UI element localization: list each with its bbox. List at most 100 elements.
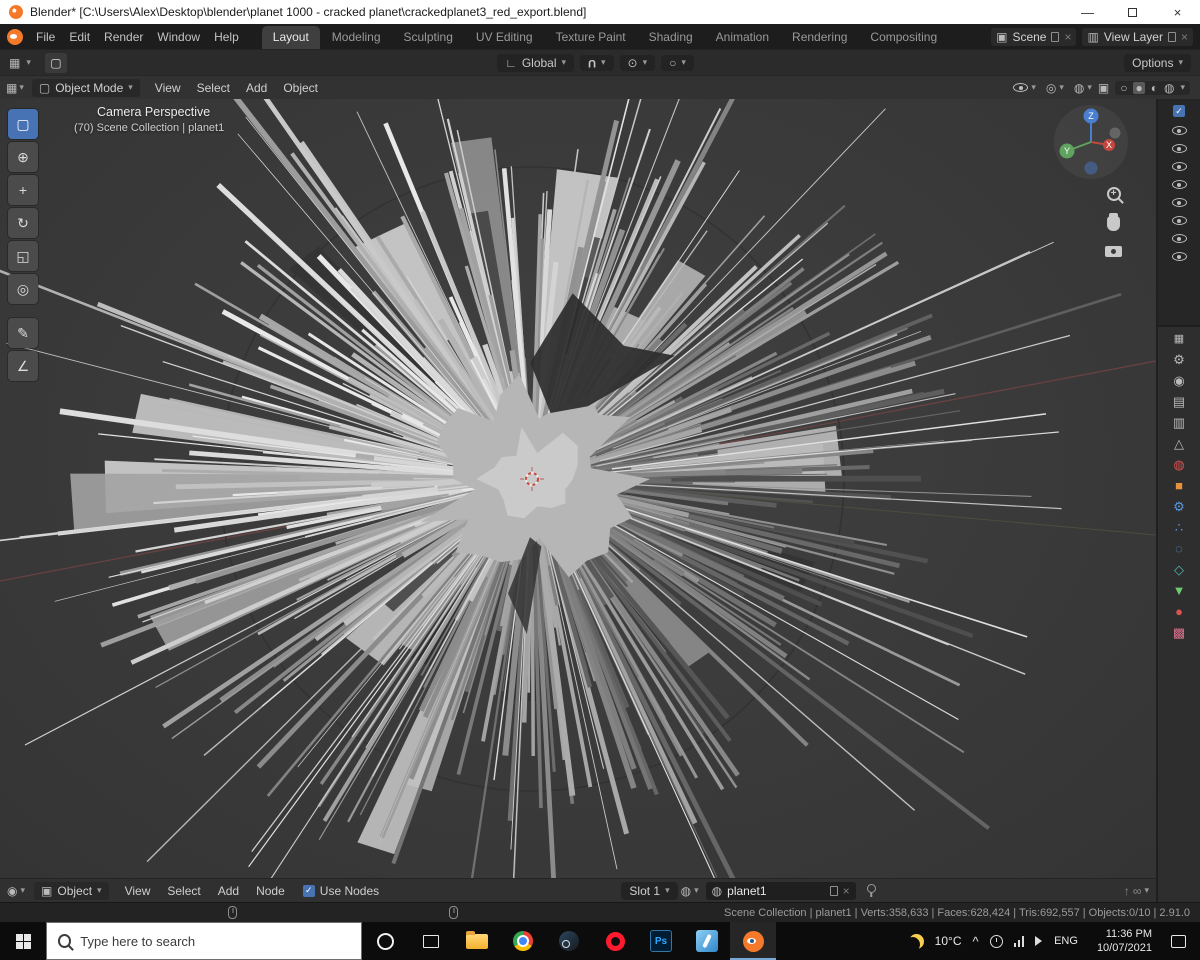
visibility-eye-icon[interactable] <box>1171 162 1187 171</box>
scene-selector[interactable]: ▣ Scene × <box>991 27 1077 46</box>
snap-toggle-dropdown[interactable]: U ▾ <box>580 54 614 71</box>
menu-view[interactable]: View <box>118 882 158 900</box>
visibility-eye-icon[interactable] <box>1171 216 1187 225</box>
menu-select[interactable]: Select <box>160 882 207 900</box>
tab-texture-paint[interactable]: Texture Paint <box>545 26 637 49</box>
shading-material-icon[interactable]: ◐ <box>1151 82 1158 94</box>
view-layer-selector[interactable]: ▥ View Layer × <box>1082 27 1193 46</box>
tray-expand-icon[interactable]: ^ <box>972 934 978 949</box>
tab-render[interactable]: ◉ <box>1173 374 1184 387</box>
gizmos-dropdown[interactable]: ◎ ▾ <box>1046 82 1064 94</box>
delete-scene-icon[interactable]: × <box>1064 30 1071 44</box>
app-button[interactable] <box>684 922 730 960</box>
tab-constraints[interactable]: ◇ <box>1174 563 1184 576</box>
tab-sculpting[interactable]: Sculpting <box>393 26 464 49</box>
properties-editor-type-icon[interactable]: ▦ <box>1174 334 1184 345</box>
gizmo-y-axis[interactable]: Y <box>1064 146 1070 156</box>
clock-tray-icon[interactable] <box>989 934 1003 948</box>
tab-uv-editing[interactable]: UV Editing <box>465 26 544 49</box>
tab-particles[interactable]: ∴ <box>1175 521 1183 534</box>
node-editor-type-icon[interactable]: ◉ <box>7 885 17 897</box>
new-material-icon[interactable] <box>829 885 838 896</box>
visibility-eye-icon[interactable] <box>1171 126 1187 135</box>
chrome-button[interactable] <box>500 922 546 960</box>
maximize-button[interactable] <box>1110 0 1155 24</box>
menu-node[interactable]: Node <box>249 882 292 900</box>
tab-animation[interactable]: Animation <box>705 26 780 49</box>
language-indicator[interactable]: ENG <box>1054 935 1078 947</box>
shader-type-dropdown[interactable]: ▣ Object ▾ <box>34 881 109 900</box>
tool-annotate[interactable]: ✎ <box>8 318 38 348</box>
mode-dropdown[interactable]: ▢ Object Mode ▾ <box>31 78 140 97</box>
navigation-gizmo[interactable]: Z Y X <box>1052 103 1130 181</box>
cortana-button[interactable] <box>362 922 408 960</box>
overlays-dropdown[interactable]: ◍ ▾ <box>1074 82 1092 94</box>
proportional-editing-dropdown[interactable]: ○ ▾ <box>661 54 694 71</box>
visibility-eye-icon[interactable] <box>1171 198 1187 207</box>
camera-view-icon[interactable] <box>1105 246 1122 257</box>
blender-taskbar-button[interactable] <box>730 922 776 960</box>
pan-hand-icon[interactable] <box>1107 213 1120 231</box>
menu-object[interactable]: Object <box>276 79 325 97</box>
snap-target-dropdown[interactable]: ⊙ ▾ <box>619 54 656 71</box>
tool-move[interactable]: + <box>8 175 38 205</box>
material-name-field[interactable]: ◍ planet1 × <box>705 881 856 900</box>
shading-solid-icon[interactable]: ● <box>1133 81 1145 94</box>
tool-measure[interactable]: ∠ <box>8 351 38 381</box>
new-scene-icon[interactable] <box>1051 31 1060 42</box>
menu-edit[interactable]: Edit <box>62 28 97 46</box>
tool-select-box[interactable]: ▢ <box>8 109 38 139</box>
steam-button[interactable] <box>546 922 592 960</box>
options-dropdown[interactable]: Options ▾ <box>1124 53 1191 72</box>
tab-modifiers[interactable]: ⚙ <box>1173 500 1185 513</box>
blender-logo[interactable] <box>7 28 23 45</box>
tab-texture[interactable]: ▩ <box>1173 626 1185 639</box>
shading-wireframe-icon[interactable]: ○ <box>1120 82 1127 94</box>
close-button[interactable]: × <box>1155 0 1200 24</box>
editor-type-icon[interactable]: ▦ <box>9 57 20 69</box>
menu-help[interactable]: Help <box>207 28 246 46</box>
shading-rendered-icon[interactable]: ◍ <box>1164 82 1174 94</box>
file-explorer-button[interactable] <box>454 922 500 960</box>
clock[interactable]: 11:36 PM 10/07/2021 <box>1089 927 1160 956</box>
viewport-editor-type-icon[interactable]: ▦ <box>6 82 17 94</box>
unlink-material-icon[interactable]: × <box>843 884 850 898</box>
node-link-icon[interactable]: ∞ <box>1133 885 1142 897</box>
tab-modeling[interactable]: Modeling <box>321 26 392 49</box>
go-to-parent-icon[interactable]: ↑ <box>1124 885 1130 897</box>
tab-compositing[interactable]: Compositing <box>859 26 948 49</box>
gizmo-z-axis[interactable]: Z <box>1088 111 1094 121</box>
viewport-3d[interactable]: ▢ ⊕ + ↻ ◱ ◎ ✎ ∠ Camera Perspective (70) … <box>0 99 1156 878</box>
delete-view-layer-icon[interactable]: × <box>1181 30 1188 44</box>
network-icon[interactable] <box>1013 935 1025 947</box>
tab-view-layer[interactable]: ▥ <box>1173 416 1185 429</box>
visibility-eye-icon[interactable] <box>1171 144 1187 153</box>
volume-icon[interactable] <box>1035 936 1047 946</box>
visibility-eye-icon[interactable] <box>1171 234 1187 243</box>
tool-scale[interactable]: ◱ <box>8 241 38 271</box>
active-tool-icon[interactable]: ▢ <box>44 52 67 73</box>
visibility-eye-icon[interactable] <box>1171 180 1187 189</box>
tab-layout[interactable]: Layout <box>261 26 320 49</box>
tab-shading[interactable]: Shading <box>638 26 704 49</box>
minimize-button[interactable]: — <box>1065 0 1110 24</box>
tab-tool[interactable]: ⚙ <box>1173 353 1185 366</box>
tab-material[interactable]: ● <box>1175 605 1183 618</box>
tool-cursor[interactable]: ⊕ <box>8 142 38 172</box>
gizmo-x-axis[interactable]: X <box>1106 140 1112 150</box>
collection-checkbox[interactable]: ✓ <box>1173 105 1185 117</box>
opera-button[interactable] <box>592 922 638 960</box>
xray-toggle-icon[interactable]: ▣ <box>1098 82 1109 94</box>
visibility-eye-icon[interactable] <box>1171 252 1187 261</box>
menu-render[interactable]: Render <box>97 28 150 46</box>
notification-icon[interactable] <box>1171 934 1186 948</box>
search-input[interactable] <box>80 933 350 949</box>
tab-world[interactable]: ◍ <box>1173 458 1184 471</box>
start-button[interactable] <box>0 922 46 960</box>
photoshop-button[interactable]: Ps <box>638 922 684 960</box>
slot-dropdown[interactable]: Slot 1 ▾ <box>621 881 678 900</box>
weather-moon-icon[interactable] <box>909 934 924 949</box>
menu-add[interactable]: Add <box>211 882 246 900</box>
tab-object-data[interactable]: ▼ <box>1173 584 1186 597</box>
menu-select[interactable]: Select <box>190 79 237 97</box>
